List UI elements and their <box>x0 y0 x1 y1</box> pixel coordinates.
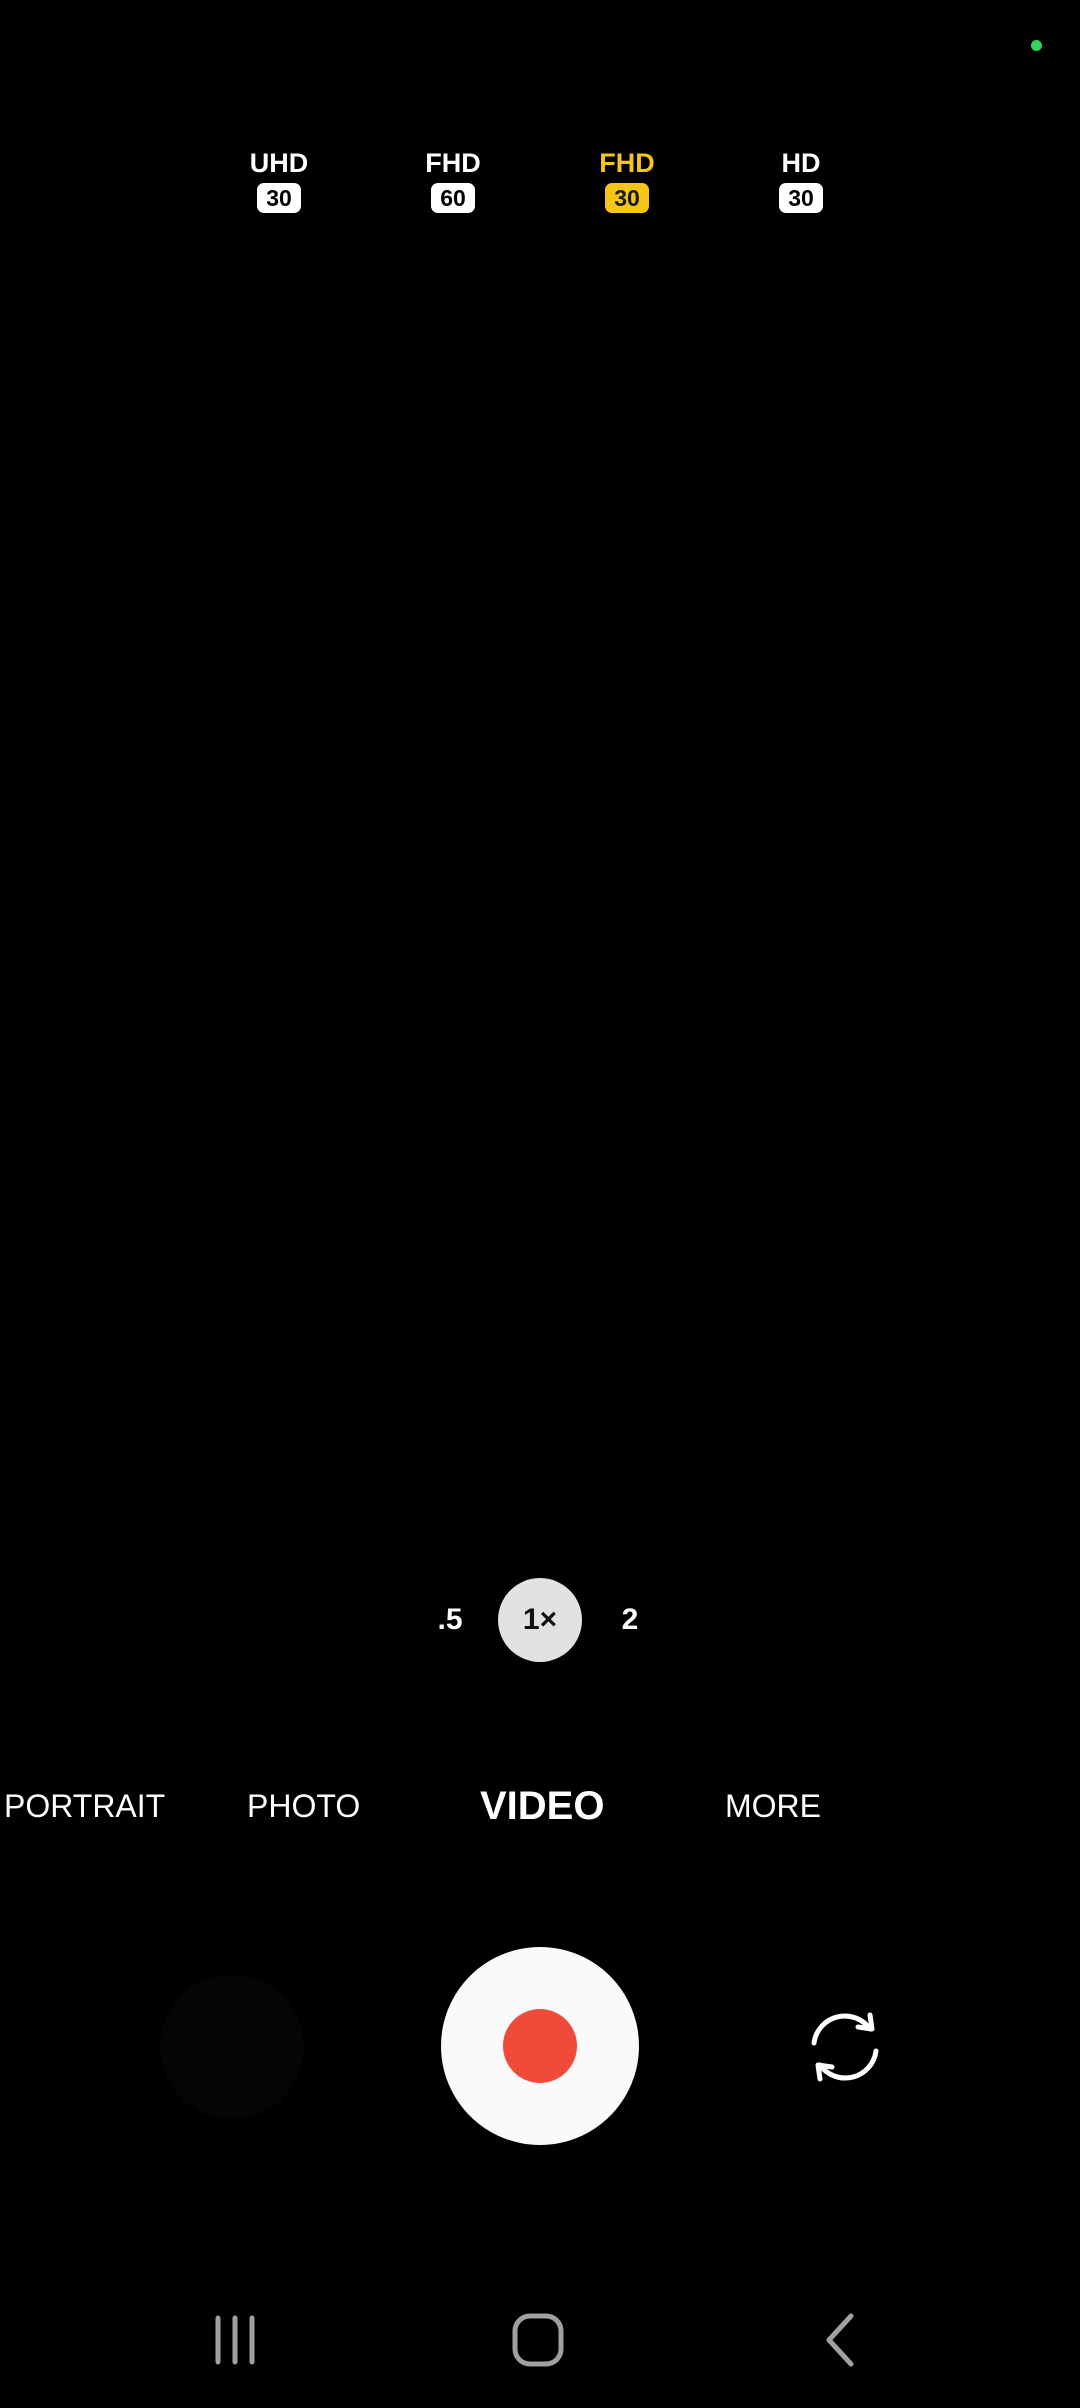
resolution-label: FHD <box>599 148 655 178</box>
fps-badge: 30 <box>605 183 649 213</box>
gallery-thumbnail[interactable] <box>160 1975 304 2119</box>
mode-photo[interactable]: PHOTO <box>247 1776 360 1836</box>
fps-badge: 30 <box>257 183 301 213</box>
record-icon <box>503 2009 577 2083</box>
resolution-label: UHD <box>249 148 309 178</box>
fps-badge: 60 <box>431 183 475 213</box>
zoom-selector: .5 1× 2 <box>0 1578 1080 1662</box>
recents-icon <box>215 2315 255 2365</box>
camera-mode-selector: PORTRAIT PHOTO VIDEO MORE <box>0 1776 1080 1836</box>
zoom-2x-button[interactable]: 2 <box>588 1578 672 1662</box>
mode-more[interactable]: MORE <box>725 1776 821 1836</box>
home-button[interactable] <box>492 2300 582 2380</box>
zoom-1x-button[interactable]: 1× <box>498 1578 582 1662</box>
home-icon <box>512 2313 564 2367</box>
navigation-bar <box>0 2300 1080 2380</box>
resolution-option-fhd-30[interactable]: FHD 30 <box>567 148 687 213</box>
resolution-label: HD <box>781 148 821 178</box>
back-icon <box>826 2313 854 2367</box>
resolution-option-uhd-30[interactable]: UHD 30 <box>219 148 339 213</box>
back-button[interactable] <box>795 2300 885 2380</box>
resolution-option-fhd-60[interactable]: FHD 60 <box>393 148 513 213</box>
mode-portrait[interactable]: PORTRAIT <box>4 1776 165 1836</box>
camera-in-use-indicator <box>1031 40 1042 51</box>
zoom-0-5-button[interactable]: .5 <box>408 1578 492 1662</box>
switch-camera-button[interactable] <box>800 2007 890 2087</box>
switch-camera-icon <box>811 2012 879 2082</box>
resolution-label: FHD <box>425 148 481 178</box>
fps-badge: 30 <box>779 183 823 213</box>
resolution-option-hd-30[interactable]: HD 30 <box>741 148 861 213</box>
record-button[interactable] <box>441 1947 639 2145</box>
mode-video[interactable]: VIDEO <box>480 1776 604 1836</box>
recents-button[interactable] <box>190 2300 280 2380</box>
